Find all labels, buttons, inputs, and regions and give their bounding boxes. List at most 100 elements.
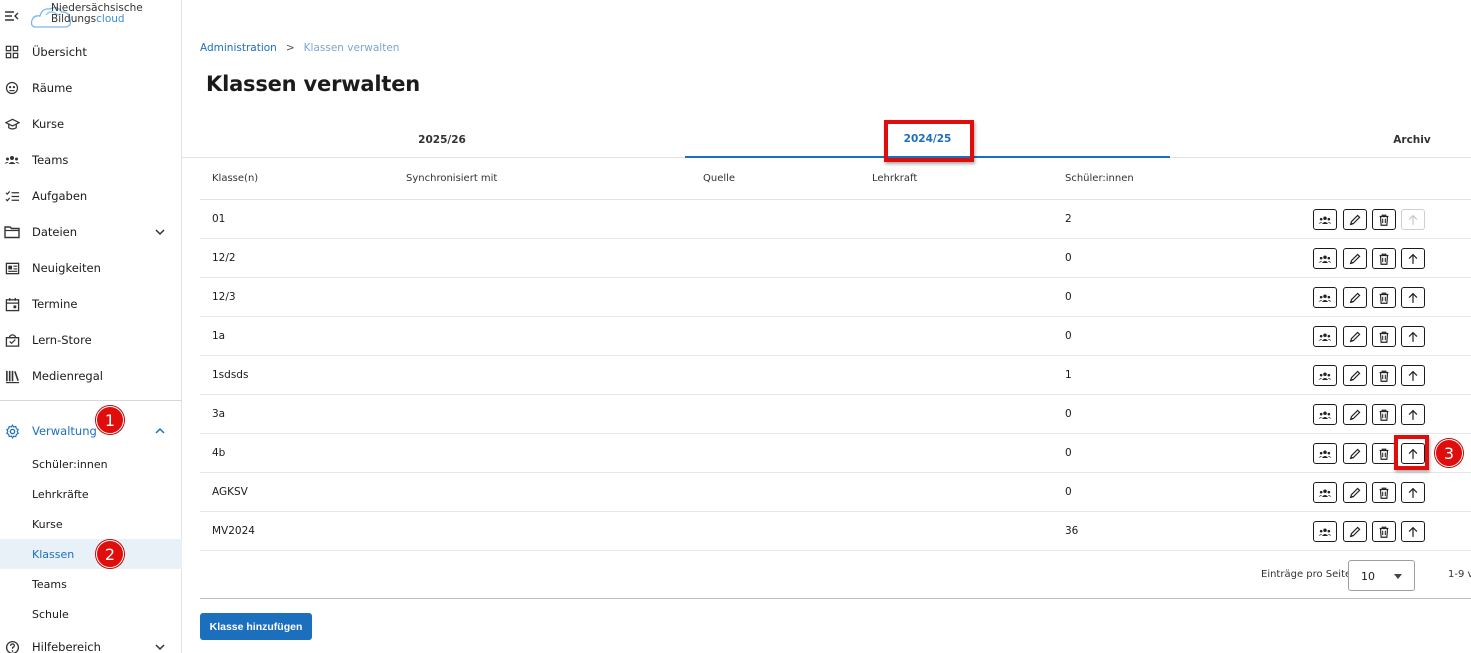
- student-count-cell: 1: [1065, 369, 1072, 381]
- class-name-cell: 1sdsds: [212, 369, 249, 381]
- pencil-icon: [1348, 213, 1362, 227]
- manage-students-button[interactable]: [1313, 326, 1337, 347]
- sidebar-subitem-lehrkraefte[interactable]: Lehrkräfte: [0, 479, 182, 509]
- table-row: AGKSV 0: [200, 473, 1471, 512]
- menu-collapse-icon[interactable]: [4, 8, 20, 24]
- manage-students-button[interactable]: [1313, 365, 1337, 386]
- per-page-value: 10: [1361, 570, 1375, 583]
- breadcrumb-separator: >: [285, 42, 295, 54]
- manage-students-button[interactable]: [1313, 482, 1337, 503]
- sidebar-item-neuigkeiten[interactable]: Neuigkeiten: [0, 250, 182, 286]
- pagination-range: 1-9 v: [1448, 569, 1471, 580]
- table-row: 1sdsds 1: [200, 356, 1471, 395]
- sidebar-item-medienregal[interactable]: Medienregal: [0, 358, 182, 394]
- breadcrumb-link-administration[interactable]: Administration: [200, 42, 277, 54]
- sidebar-item-termine[interactable]: Termine: [0, 286, 182, 322]
- courses-icon: [4, 116, 20, 132]
- tab-2025-26[interactable]: 2025/26: [182, 122, 702, 158]
- delete-button[interactable]: [1372, 209, 1396, 230]
- trash-icon: [1377, 213, 1391, 227]
- upgrade-class-button[interactable]: [1401, 248, 1425, 269]
- pencil-icon: [1348, 369, 1362, 383]
- delete-button[interactable]: [1372, 443, 1396, 464]
- edit-button[interactable]: [1343, 248, 1367, 269]
- sidebar-item-verwaltung[interactable]: Verwaltung: [0, 413, 182, 449]
- upgrade-class-button[interactable]: [1401, 482, 1425, 503]
- sidebar-item-label: Termine: [32, 297, 78, 311]
- table-row: 12/3 0: [200, 278, 1471, 317]
- sidebar-item-teams[interactable]: Teams: [0, 142, 182, 178]
- column-header-synchronisiert[interactable]: Synchronisiert mit: [406, 173, 497, 184]
- sidebar-subitem-label: Teams: [32, 577, 67, 591]
- delete-button[interactable]: [1372, 521, 1396, 542]
- manage-students-button[interactable]: [1313, 287, 1337, 308]
- sidebar-item-raeume[interactable]: Räume: [0, 70, 182, 106]
- sidebar-item-lern-store[interactable]: Lern-Store: [0, 322, 182, 358]
- help-icon: [4, 639, 20, 653]
- delete-button[interactable]: [1372, 326, 1396, 347]
- student-count-cell: 0: [1065, 252, 1072, 264]
- sidebar-subitem-klassen[interactable]: Klassen: [0, 539, 182, 569]
- chevron-down-icon[interactable]: [154, 641, 166, 653]
- chevron-up-icon[interactable]: [154, 425, 166, 437]
- edit-button[interactable]: [1343, 209, 1367, 230]
- tab-archiv[interactable]: Archiv: [1362, 122, 1462, 158]
- add-class-button[interactable]: Klasse hinzufügen: [200, 613, 312, 640]
- edit-button[interactable]: [1343, 326, 1367, 347]
- manage-students-button[interactable]: [1313, 248, 1337, 269]
- delete-button[interactable]: [1372, 287, 1396, 308]
- upgrade-class-button[interactable]: [1401, 326, 1425, 347]
- class-name-cell: 3a: [212, 408, 226, 420]
- edit-button[interactable]: [1343, 365, 1367, 386]
- column-header-lehrkraft[interactable]: Lehrkraft: [872, 173, 917, 184]
- table-row: 12/2 0: [200, 239, 1471, 278]
- sidebar-item-aufgaben[interactable]: Aufgaben: [0, 178, 182, 214]
- folder-icon: [4, 224, 20, 240]
- sidebar-item-kurse[interactable]: Kurse: [0, 106, 182, 142]
- delete-button[interactable]: [1372, 365, 1396, 386]
- highlight-tab-box: [884, 120, 974, 162]
- sidebar-item-hilfebereich[interactable]: Hilfebereich: [0, 629, 182, 653]
- edit-button[interactable]: [1343, 287, 1367, 308]
- table-row: 3a 0: [200, 395, 1471, 434]
- table-row: 1a 0: [200, 317, 1471, 356]
- column-header-schueler[interactable]: Schüler:innen: [1065, 173, 1134, 184]
- sidebar-subitem-schueler[interactable]: Schüler:innen: [0, 449, 182, 479]
- sidebar-divider: [0, 400, 182, 401]
- trash-icon: [1377, 252, 1391, 266]
- column-header-klasse[interactable]: Klasse(n): [212, 173, 258, 184]
- arrow-up-icon: [1406, 369, 1420, 383]
- sidebar-subitem-teams[interactable]: Teams: [0, 569, 182, 599]
- sidebar-subitem-kurse[interactable]: Kurse: [0, 509, 182, 539]
- sidebar-item-dateien[interactable]: Dateien: [0, 214, 182, 250]
- sidebar-subitem-schule[interactable]: Schule: [0, 599, 182, 629]
- edit-button[interactable]: [1343, 443, 1367, 464]
- upgrade-class-button[interactable]: [1401, 404, 1425, 425]
- student-count-cell: 0: [1065, 291, 1072, 303]
- caret-down-icon: [1394, 574, 1402, 579]
- column-header-quelle[interactable]: Quelle: [703, 173, 735, 184]
- manage-students-button[interactable]: [1313, 209, 1337, 230]
- per-page-select[interactable]: 10: [1348, 560, 1415, 591]
- chevron-down-icon[interactable]: [154, 226, 166, 238]
- calendar-icon: [4, 296, 20, 312]
- delete-button[interactable]: [1372, 482, 1396, 503]
- step-marker-1: 1: [96, 406, 124, 434]
- edit-button[interactable]: [1343, 404, 1367, 425]
- manage-students-button[interactable]: [1313, 521, 1337, 542]
- delete-button[interactable]: [1372, 404, 1396, 425]
- upgrade-class-button[interactable]: [1401, 365, 1425, 386]
- arrow-up-icon: [1406, 486, 1420, 500]
- upgrade-class-button[interactable]: [1401, 209, 1425, 230]
- manage-students-button[interactable]: [1313, 443, 1337, 464]
- upgrade-class-button[interactable]: [1401, 287, 1425, 308]
- pencil-icon: [1348, 486, 1362, 500]
- manage-students-button[interactable]: [1313, 404, 1337, 425]
- trash-icon: [1377, 447, 1391, 461]
- edit-button[interactable]: [1343, 482, 1367, 503]
- student-count-cell: 0: [1065, 486, 1072, 498]
- upgrade-class-button[interactable]: [1401, 521, 1425, 542]
- edit-button[interactable]: [1343, 521, 1367, 542]
- delete-button[interactable]: [1372, 248, 1396, 269]
- sidebar-item-uebersicht[interactable]: Übersicht: [0, 34, 182, 70]
